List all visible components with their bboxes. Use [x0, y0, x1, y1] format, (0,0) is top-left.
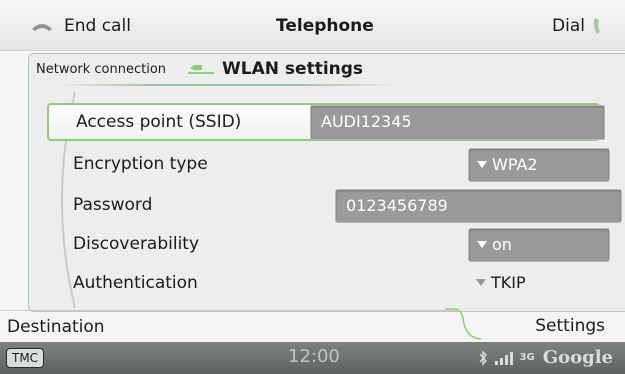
bluetooth-icon — [479, 349, 487, 366]
dial-button[interactable]: Dial — [552, 14, 607, 38]
row-authentication[interactable]: Authentication TKIP — [73, 265, 624, 302]
clock: 12:00 — [288, 346, 340, 367]
network-3g-icon: 3G — [519, 352, 535, 363]
menu-header: Network connection WLAN settings — [29, 54, 625, 84]
row-password[interactable]: Password 0123456789 — [73, 187, 624, 224]
authentication-dropdown[interactable]: TKIP — [468, 267, 608, 299]
password-field[interactable]: 0123456789 — [335, 189, 622, 223]
chevron-down-icon — [477, 241, 487, 248]
back-arrow-icon[interactable] — [186, 62, 216, 76]
end-call-label: End call — [64, 16, 131, 36]
row-label: Authentication — [73, 273, 198, 293]
row-label: Discoverability — [73, 234, 200, 254]
tmc-badge: TMC — [6, 348, 45, 368]
page-title: Telephone — [276, 16, 374, 36]
chevron-down-icon — [476, 279, 486, 286]
dropdown-value: TKIP — [491, 273, 526, 292]
wlan-settings-panel: Network connection WLAN settings Access … — [28, 53, 625, 312]
header-divider — [62, 84, 392, 86]
row-encryption-type[interactable]: Encryption type WPA2 — [73, 146, 624, 183]
row-label: Password — [73, 195, 153, 215]
tab-destination[interactable]: Destination — [0, 310, 457, 343]
tab-divider-curve — [445, 308, 481, 340]
end-call-button[interactable]: End call — [30, 14, 131, 38]
dial-label: Dial — [552, 16, 585, 36]
discoverability-dropdown[interactable]: on — [468, 228, 610, 262]
google-logo: Google — [542, 347, 613, 368]
tab-settings[interactable]: Settings — [535, 310, 605, 342]
dropdown-value: WPA2 — [492, 155, 538, 174]
bottom-tabs: Destination Settings — [0, 308, 625, 343]
signal-strength-icon — [494, 351, 513, 365]
row-access-point[interactable]: Access point (SSID) AUDI12345 — [47, 103, 605, 141]
phone-icon — [593, 18, 600, 34]
status-bar: TMC 12:00 3G Google — [0, 342, 625, 374]
hang-up-icon — [32, 24, 52, 31]
menu-title: WLAN settings — [222, 59, 364, 79]
row-label: Encryption type — [73, 154, 208, 174]
row-label: Access point (SSID) — [76, 112, 242, 132]
top-bar: End call Telephone Dial — [0, 0, 625, 51]
ssid-field[interactable]: AUDI12345 — [310, 105, 605, 140]
encryption-dropdown[interactable]: WPA2 — [468, 148, 610, 182]
status-icons: 3G Google — [476, 347, 613, 368]
breadcrumb-parent[interactable]: Network connection — [36, 62, 166, 77]
row-discoverability[interactable]: Discoverability on — [73, 226, 624, 263]
chevron-down-icon — [477, 161, 487, 168]
dropdown-value: on — [492, 235, 512, 254]
